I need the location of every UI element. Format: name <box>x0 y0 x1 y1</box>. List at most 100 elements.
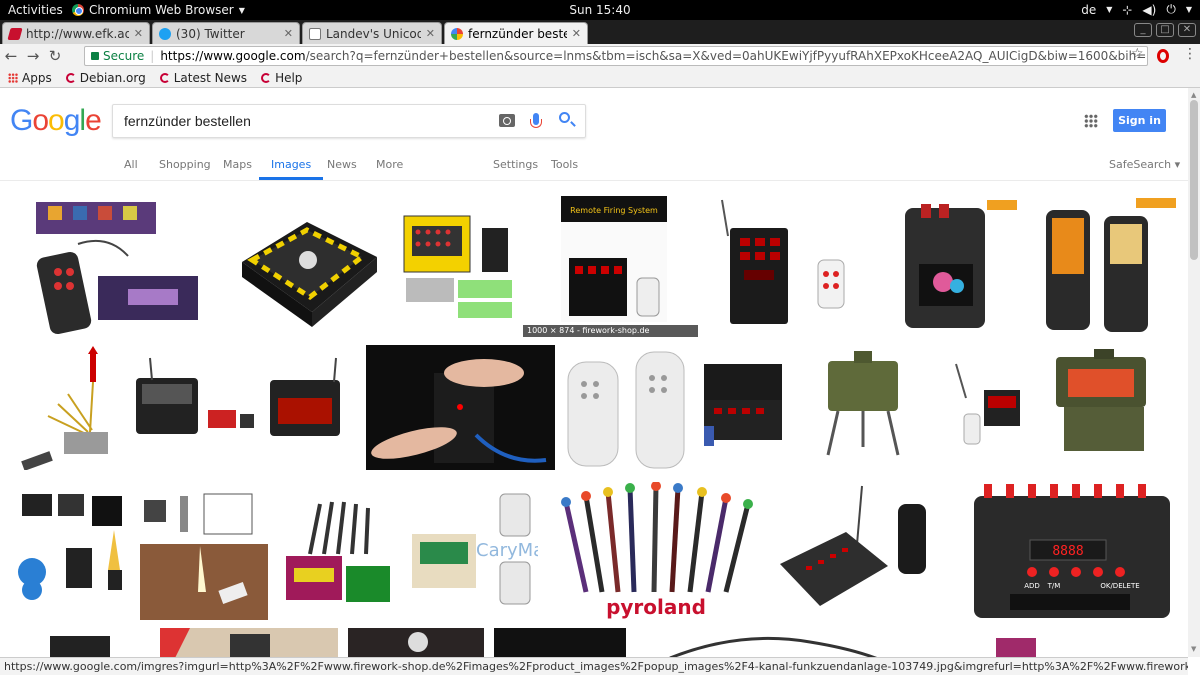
result-image-remote-firing-system[interactable]: Remote Firing System <box>561 196 667 322</box>
safesearch-label: SafeSearch <box>1109 158 1172 171</box>
system-tray[interactable]: de ▼ ⊹ ◀) ⏻ ▼ <box>1081 2 1192 17</box>
url-host: https://www.google.com <box>160 49 306 63</box>
result-image-board-antenna[interactable] <box>776 484 932 612</box>
tools-link[interactable]: Tools <box>551 158 578 171</box>
tab-all[interactable]: All <box>124 158 138 171</box>
bookmark-debian[interactable]: Debian.org <box>65 71 146 85</box>
panel-button-label: ADD <box>1024 582 1040 590</box>
secure-label: Secure <box>103 49 145 63</box>
bookmark-star-icon[interactable]: ☆ <box>1131 46 1144 62</box>
result-image-row4-1[interactable] <box>30 628 134 657</box>
tab-google-images[interactable]: fernzünder bestellen ✕ <box>444 22 588 44</box>
scroll-down-icon[interactable]: ▼ <box>1191 645 1196 653</box>
result-image-manual-sparkler[interactable] <box>140 482 268 620</box>
search-box <box>112 104 586 138</box>
bookmark-apps[interactable]: Apps <box>8 71 52 85</box>
pyroland-logo: pyroland <box>606 595 706 619</box>
app-menu[interactable]: Chromium Web Browser ▼ <box>72 3 245 17</box>
result-image-tripod-box[interactable] <box>818 347 908 457</box>
result-image-rockets-box[interactable] <box>280 494 400 606</box>
logo-letter: o <box>48 104 65 137</box>
page-scrollbar[interactable]: ▲ ▼ <box>1188 88 1200 657</box>
back-arrow-icon[interactable]: ← <box>0 47 22 65</box>
tab-shopping[interactable]: Shopping <box>159 158 211 171</box>
chromium-icon <box>72 4 84 16</box>
result-image-16ch-panel[interactable]: 8888 ADD T/M OK/DELETE <box>970 482 1174 620</box>
result-image-small-remote[interactable] <box>950 362 1024 454</box>
result-image-remote-kit[interactable] <box>18 194 204 335</box>
tab-unicode[interactable]: Landev's Unicode Ch ✕ <box>302 22 442 44</box>
search-input[interactable] <box>124 113 484 129</box>
google-logo[interactable]: Google <box>10 104 102 138</box>
url-text: https://www.google.com/search?q=fernzünd… <box>160 49 1147 63</box>
bookmark-latest-news[interactable]: Latest News <box>159 71 247 85</box>
efk-favicon-icon <box>7 27 23 40</box>
result-image-olive-box[interactable] <box>1044 347 1162 455</box>
secure-indicator[interactable]: Secure <box>91 49 144 63</box>
chevron-down-icon: ▼ <box>1185 5 1192 14</box>
result-image-black-box[interactable] <box>232 202 382 330</box>
tab-title: (30) Twitter <box>176 26 245 41</box>
close-icon[interactable]: ✕ <box>284 27 293 40</box>
result-image-row4-2[interactable] <box>160 628 338 657</box>
result-image-foggers[interactable] <box>18 490 130 604</box>
activities-button[interactable]: Activities <box>8 3 63 17</box>
tab-efk[interactable]: http://www.efk.adm ✕ <box>2 22 150 44</box>
result-image-white-remotes[interactable] <box>566 344 688 470</box>
result-image-yellow-system[interactable] <box>398 208 516 322</box>
tab-title: Landev's Unicode Ch <box>326 26 421 41</box>
close-icon[interactable]: ✕ <box>572 27 581 40</box>
result-image-hand-remote-photo[interactable] <box>366 345 555 470</box>
reload-icon[interactable]: ↻ <box>44 47 66 65</box>
close-icon[interactable]: ✕ <box>426 27 435 40</box>
tab-news[interactable]: News <box>327 158 357 171</box>
address-bar[interactable]: Secure | https://www.google.com/search?q… <box>84 46 1148 66</box>
bookmark-label: Help <box>275 70 303 85</box>
settings-link[interactable]: Settings <box>493 158 538 171</box>
tab-images[interactable]: Images <box>259 158 324 180</box>
result-image-row4-4[interactable] <box>494 628 626 657</box>
keyboard-layout[interactable]: de <box>1081 3 1096 17</box>
panel-button-label: T/M <box>1047 582 1061 590</box>
maximize-icon[interactable]: □ <box>1156 23 1174 37</box>
result-image-igniter-wires[interactable] <box>18 344 126 470</box>
opera-extension-icon[interactable] <box>1157 49 1169 63</box>
result-image-row4-5[interactable] <box>660 628 900 657</box>
result-image-remote-firing-4ch[interactable] <box>708 196 866 336</box>
debian-swirl-icon <box>261 72 272 83</box>
result-image-case-system[interactable] <box>130 354 352 450</box>
google-favicon-icon <box>451 27 463 40</box>
close-icon[interactable]: ✕ <box>134 27 143 40</box>
camera-icon[interactable] <box>499 114 515 127</box>
search-icon[interactable] <box>559 112 570 123</box>
browser-menu-icon[interactable]: ⋮ <box>1183 46 1197 62</box>
sign-in-button[interactable]: Sign in <box>1113 109 1166 132</box>
safesearch-menu[interactable]: SafeSearch ▾ <box>1109 158 1180 171</box>
twitter-favicon-icon <box>159 27 171 40</box>
svg-text:Remote Firing System: Remote Firing System <box>570 206 658 215</box>
minimize-icon[interactable]: _ <box>1134 23 1152 37</box>
result-image-case-open[interactable] <box>700 356 788 452</box>
bookmark-help[interactable]: Help <box>261 71 302 85</box>
tab-more[interactable]: More <box>376 158 403 171</box>
gnome-top-bar: Activities Chromium Web Browser ▼ Sun 15… <box>0 0 1200 20</box>
result-image-row4-6[interactable] <box>990 628 1040 657</box>
tab-maps[interactable]: Maps <box>223 158 252 171</box>
scrollbar-thumb[interactable] <box>1190 100 1198 260</box>
result-image-handheld-lcd[interactable] <box>883 194 1021 334</box>
debian-swirl-icon <box>159 72 170 83</box>
result-image-row4-3[interactable] <box>348 628 484 657</box>
tab-strip: http://www.efk.adm ✕ (30) Twitter ✕ Land… <box>0 20 1200 44</box>
scroll-up-icon[interactable]: ▲ <box>1191 91 1196 99</box>
hover-caption: 1000 × 874 - firework-shop.de <box>523 325 698 337</box>
tab-twitter[interactable]: (30) Twitter ✕ <box>152 22 300 44</box>
result-image-relay-board[interactable]: CaryMart <box>406 488 538 614</box>
result-image-orange-remotes[interactable] <box>1040 194 1180 334</box>
app-menu-label: Chromium Web Browser <box>89 3 234 17</box>
google-apps-icon[interactable] <box>1084 114 1098 128</box>
result-image-pyroland-rockets[interactable]: pyroland <box>556 482 756 620</box>
microphone-icon[interactable] <box>530 113 542 128</box>
bookmark-label: Apps <box>22 70 52 85</box>
close-window-icon[interactable]: ✕ <box>1178 23 1196 37</box>
forward-arrow-icon[interactable]: → <box>22 47 44 65</box>
